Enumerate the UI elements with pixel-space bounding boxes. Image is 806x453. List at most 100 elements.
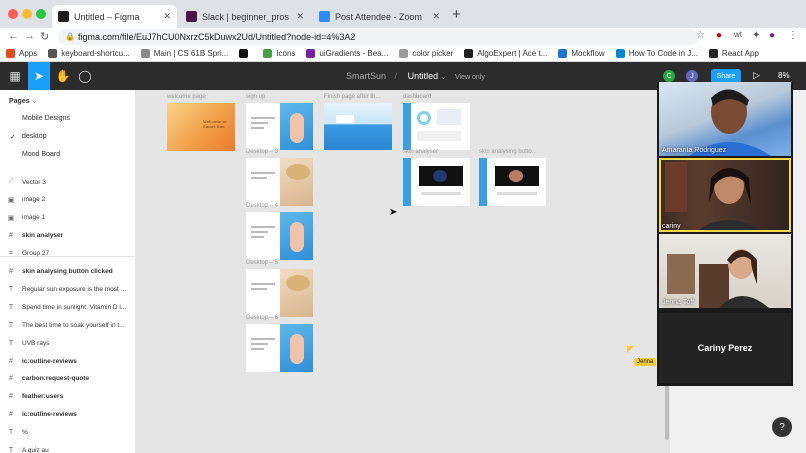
- frame-thumbnail[interactable]: [246, 212, 313, 260]
- video-tile-3[interactable]: Jenna Toff: [659, 234, 791, 308]
- layer-row[interactable]: T The best time to soak yourself in t...: [0, 316, 135, 334]
- tab-favicon-icon: [186, 11, 197, 22]
- frame-thumbnail[interactable]: [246, 158, 313, 206]
- present-play-icon[interactable]: ▷: [753, 70, 760, 81]
- bookmark-label: keyboard-shortcu...: [61, 49, 130, 58]
- pages-heading-label: Pages: [9, 98, 30, 105]
- page-item[interactable]: Mobile Designs: [22, 115, 70, 122]
- star-icon[interactable]: ☆: [696, 30, 705, 41]
- extensions-puzzle-icon[interactable]: ✦: [752, 30, 760, 41]
- bookmark-item[interactable]: Apps: [6, 49, 37, 58]
- help-button[interactable]: ?: [772, 417, 792, 437]
- new-tab-button[interactable]: +: [452, 6, 461, 23]
- close-tab-icon[interactable]: ✕: [163, 11, 171, 22]
- frame-thumbnail[interactable]: [479, 158, 546, 206]
- extension-red-icon[interactable]: ●: [716, 30, 722, 41]
- back-icon[interactable]: ←: [8, 30, 19, 42]
- bookmark-item[interactable]: Icons: [263, 49, 295, 58]
- layer-row[interactable]: T UVB rays: [0, 334, 135, 352]
- move-tool-icon[interactable]: ➤: [28, 62, 50, 90]
- frame-thumbnail[interactable]: [324, 103, 392, 150]
- figma-menu-icon[interactable]: ▦: [4, 62, 26, 90]
- collaborator-avatar[interactable]: C: [663, 70, 675, 82]
- layer-row[interactable]: # skin analyser: [0, 227, 135, 245]
- frame-thumbnail[interactable]: [246, 269, 313, 317]
- page-item[interactable]: desktop: [22, 133, 47, 140]
- bookmark-favicon-icon: [558, 49, 568, 58]
- frame-label[interactable]: welcome page: [167, 94, 206, 100]
- layer-row[interactable]: ⟋ Vector 3: [0, 173, 135, 191]
- layer-row[interactable]: T Spend time in sunlight. Vitamin D i...: [0, 298, 135, 316]
- frame-label[interactable]: dashboard: [403, 94, 431, 100]
- bookmarks-bar: Apps keyboard-shortcu... Main | CS 61B Spr…: [0, 46, 806, 62]
- welcome-text: Welcome to Smart Sun: [203, 119, 227, 129]
- browser-tab-2[interactable]: Slack | beginner_pros | Girls in... ✕: [180, 5, 310, 28]
- bookmark-item[interactable]: Mockflow: [558, 49, 605, 58]
- pages-heading[interactable]: Pages ⌄: [9, 97, 37, 105]
- forward-icon[interactable]: →: [24, 30, 35, 42]
- bookmark-item[interactable]: [239, 49, 252, 58]
- minimize-window-button[interactable]: [22, 9, 32, 19]
- layer-row[interactable]: # feather:users: [0, 388, 135, 406]
- layer-row[interactable]: ⌗ Group 27: [0, 245, 135, 263]
- vector-layer-icon: ⟋: [8, 178, 14, 185]
- self-video-tile[interactable]: Cariny Perez: [659, 313, 791, 383]
- comment-tool-icon[interactable]: ◯: [74, 62, 96, 90]
- frame-thumbnail[interactable]: Welcome to Smart Sun: [167, 103, 235, 151]
- tab-favicon-icon: [319, 11, 330, 22]
- layer-row[interactable]: # skin analysing button clicked: [0, 263, 135, 281]
- profile-avatar[interactable]: ●: [769, 30, 775, 41]
- close-tab-icon[interactable]: ✕: [296, 11, 304, 22]
- close-tab-icon[interactable]: ✕: [432, 11, 440, 22]
- participant-name-2: cariny: [662, 223, 681, 230]
- layer-row[interactable]: # carbon:request-quote: [0, 370, 135, 388]
- bookmark-item[interactable]: React App: [708, 49, 759, 58]
- frame-label[interactable]: sign up: [246, 94, 265, 100]
- frame-thumbnail[interactable]: [246, 324, 313, 372]
- layer-row[interactable]: T A quiz au: [0, 442, 135, 453]
- close-window-button[interactable]: [8, 9, 18, 19]
- bookmark-item[interactable]: color picker: [399, 49, 453, 58]
- layer-row[interactable]: # ic:outline-reviews: [0, 406, 135, 424]
- bookmark-item[interactable]: Main | CS 61B Spri...: [140, 49, 228, 58]
- frame-label[interactable]: Desktop – 5: [246, 260, 278, 266]
- frame-thumbnail[interactable]: [403, 158, 470, 206]
- frame-label[interactable]: Desktop – 4: [246, 203, 278, 209]
- video-tile-1[interactable]: Amaranta Rodriguez: [659, 82, 791, 156]
- hand-tool-icon[interactable]: ✋: [52, 62, 74, 90]
- bookmark-favicon-icon: [6, 49, 15, 58]
- bookmark-item[interactable]: How To Code in J...: [615, 49, 698, 58]
- file-title[interactable]: SmartSun / Untitled ⌄ View only: [346, 71, 485, 81]
- zoom-level[interactable]: 8%: [778, 71, 790, 80]
- layer-row[interactable]: T%: [0, 424, 135, 442]
- reload-icon[interactable]: ↻: [40, 30, 49, 43]
- bookmark-item[interactable]: uiGradients - Bea...: [306, 49, 388, 58]
- browser-tab-1[interactable]: Untitled – Figma ✕: [52, 5, 177, 28]
- video-tile-2[interactable]: cariny: [659, 158, 791, 232]
- chrome-menu-icon[interactable]: ⋮: [788, 30, 798, 41]
- frame-thumbnail[interactable]: [403, 103, 470, 150]
- frame-label[interactable]: skin analyser: [403, 149, 438, 155]
- bookmark-item[interactable]: AlgoExpert | Ace t...: [464, 49, 547, 58]
- share-button[interactable]: Share: [711, 69, 741, 83]
- url-field[interactable]: 🔒 figma.com/file/EuJ7hCU0NxrzC5kDuwx2Ud/…: [58, 29, 698, 45]
- maximize-window-button[interactable]: [36, 9, 46, 19]
- browser-tab-3[interactable]: Post Attendee - Zoom ✕: [313, 5, 446, 28]
- page-item[interactable]: Mood Board: [22, 151, 60, 158]
- bookmark-item[interactable]: keyboard-shortcu...: [48, 49, 130, 58]
- frame-label[interactable]: skin analysing butto...: [479, 149, 537, 155]
- address-bar-row: ← → ↻ 🔒 figma.com/file/EuJ7hCU0NxrzC5kDu…: [0, 28, 806, 46]
- frame-label[interactable]: Desktop – 3: [246, 149, 278, 155]
- figma-canvas[interactable]: welcome page Welcome to Smart Sun sign up F…: [136, 90, 670, 453]
- extension-wt-icon[interactable]: wt: [734, 30, 742, 39]
- layer-row[interactable]: T Regular sun exposure is the most ...: [0, 280, 135, 298]
- layer-label: UVB rays: [22, 339, 50, 347]
- collaborator-avatar[interactable]: J: [686, 70, 698, 82]
- tab-title: Untitled – Figma: [74, 11, 140, 22]
- layer-row[interactable]: # ic:outline-reviews: [0, 352, 135, 370]
- frame-thumbnail[interactable]: [246, 103, 313, 150]
- frame-label[interactable]: Finish page after th...: [324, 94, 380, 100]
- layer-row[interactable]: ▣ image 2: [0, 191, 135, 209]
- frame-label[interactable]: Desktop – 6: [246, 315, 278, 321]
- layer-row[interactable]: ▣ image 1: [0, 209, 135, 227]
